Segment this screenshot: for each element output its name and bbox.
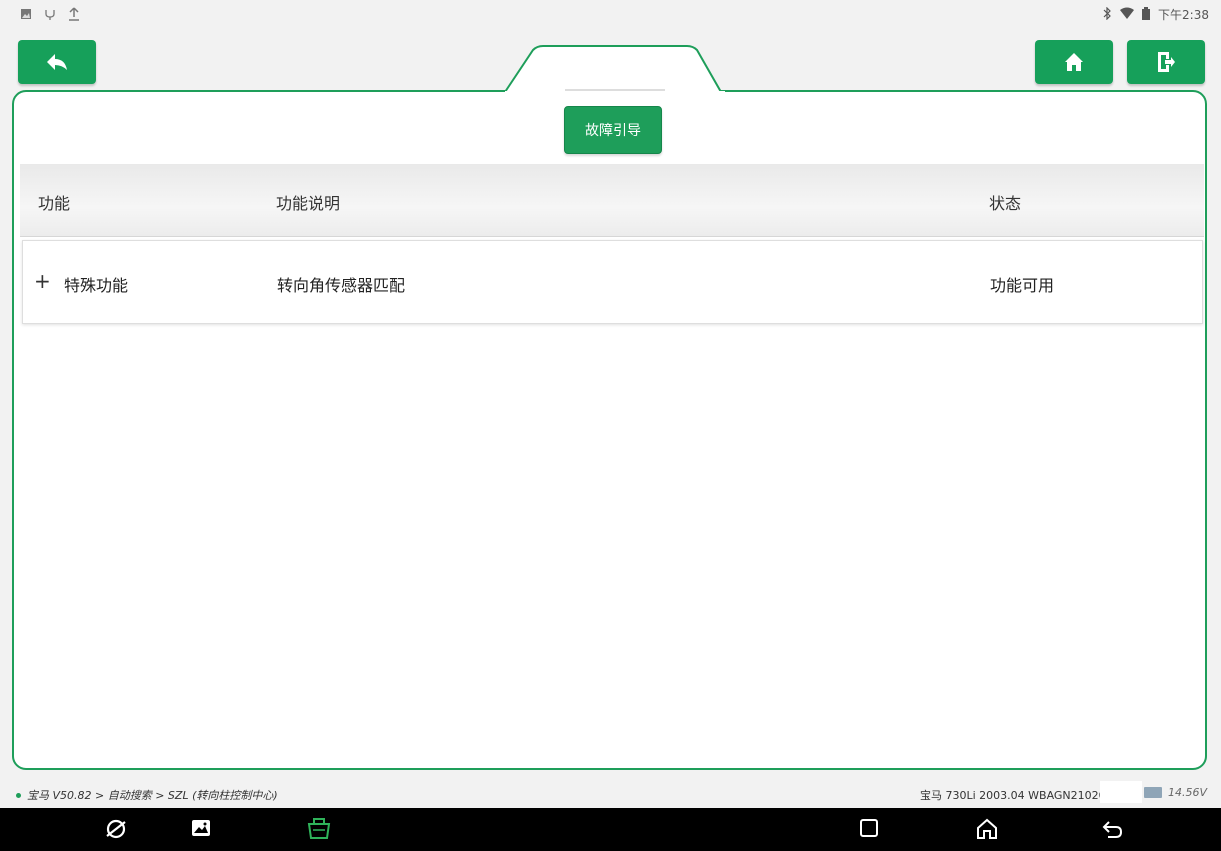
voltage-text: 14.56V — [1167, 786, 1207, 799]
home-button[interactable] — [1035, 40, 1113, 84]
breadcrumb-text: 宝马 V50.82 > 自动搜索 > SZL (转向柱控制中心) — [27, 789, 278, 802]
column-header-description: 功能说明 — [276, 194, 341, 213]
status-dot — [16, 792, 21, 798]
status-left-icons — [20, 7, 80, 25]
clock-text: 下午2:38 — [1158, 8, 1209, 22]
system-nav-bar — [0, 808, 1221, 851]
info-bar: 宝马 V50.82 > 自动搜索 > SZL (转向柱控制中心) 宝马 730L… — [0, 778, 1221, 808]
back-button[interactable] — [18, 40, 96, 84]
upload-icon — [68, 7, 80, 25]
vehicle-info: 宝马 730Li 2003.04 WBAGN21020 — [920, 789, 1106, 802]
table-header: 功能 功能说明 状态 — [20, 164, 1204, 237]
exit-icon — [1156, 51, 1176, 73]
image-icon — [20, 8, 32, 24]
browser-icon[interactable] — [105, 818, 127, 844]
fault-guide-button[interactable]: 故障引导 — [564, 106, 662, 154]
bluetooth-icon — [1102, 6, 1112, 23]
recent-apps-icon[interactable] — [859, 818, 879, 842]
status-bar: 下午2:38 — [0, 0, 1221, 30]
row-description: 转向角传感器匹配 — [277, 276, 406, 295]
column-header-status: 状态 — [989, 194, 1022, 213]
home-nav-icon[interactable] — [976, 818, 998, 844]
table-row[interactable]: + 特殊功能 转向角传感器匹配 功能可用 — [22, 240, 1203, 324]
car-battery-icon — [1143, 787, 1162, 798]
row-status: 功能可用 — [990, 276, 1055, 295]
status-right-icons: 下午2:38 — [1102, 6, 1209, 23]
breadcrumb: 宝马 V50.82 > 自动搜索 > SZL (转向柱控制中心) — [16, 787, 278, 803]
back-nav-icon[interactable] — [1102, 818, 1124, 844]
panel-tab — [505, 45, 725, 94]
row-function: 特殊功能 — [64, 276, 129, 295]
back-arrow-icon — [46, 53, 68, 71]
exit-button[interactable] — [1127, 40, 1205, 84]
wifi-icon — [1120, 7, 1135, 22]
vci-icon[interactable] — [305, 818, 333, 846]
gallery-icon[interactable] — [191, 818, 211, 842]
home-icon — [1064, 52, 1084, 72]
vin-mask — [1100, 781, 1142, 803]
column-header-function: 功能 — [38, 194, 71, 213]
expand-icon[interactable]: + — [34, 271, 51, 291]
battery-icon — [1142, 6, 1151, 23]
voltage-indicator: 14.56V — [1143, 786, 1207, 799]
usb-icon — [44, 8, 56, 24]
